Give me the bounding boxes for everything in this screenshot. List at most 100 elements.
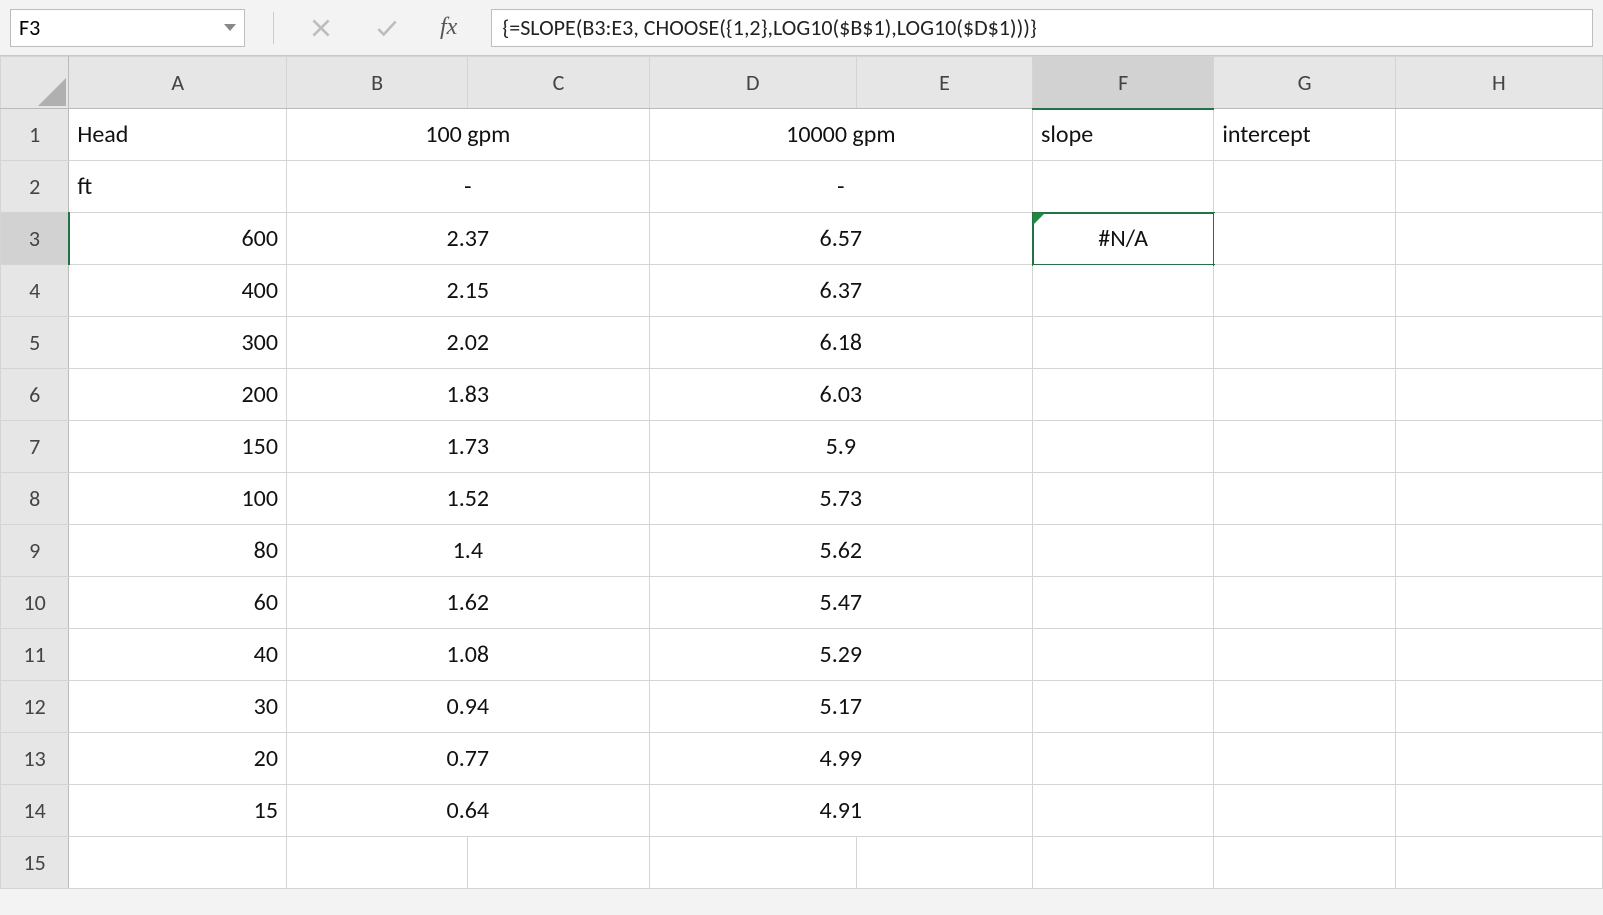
cell-D3[interactable]: 6.57 — [649, 213, 1032, 265]
row-header-3[interactable]: 3 — [1, 213, 69, 265]
cell-H5[interactable] — [1395, 317, 1602, 369]
cell-B10[interactable]: 1.62 — [286, 577, 649, 629]
column-header-D[interactable]: D — [649, 57, 856, 109]
cell-B15[interactable] — [286, 837, 467, 889]
cell-A1[interactable]: Head — [69, 109, 287, 161]
cell-F8[interactable] — [1033, 473, 1214, 525]
spreadsheet-grid[interactable]: ABCDEFGH1Head100 gpm10000 gpmslopeinterc… — [0, 56, 1603, 889]
column-header-E[interactable]: E — [856, 57, 1032, 109]
cell-D8[interactable]: 5.73 — [649, 473, 1032, 525]
cell-G6[interactable] — [1214, 369, 1395, 421]
cell-A8[interactable]: 100 — [69, 473, 287, 525]
column-header-A[interactable]: A — [69, 57, 287, 109]
row-header-11[interactable]: 11 — [1, 629, 69, 681]
cell-G9[interactable] — [1214, 525, 1395, 577]
row-header-8[interactable]: 8 — [1, 473, 69, 525]
cell-H9[interactable] — [1395, 525, 1602, 577]
cell-A7[interactable]: 150 — [69, 421, 287, 473]
column-header-B[interactable]: B — [286, 57, 467, 109]
cell-H14[interactable] — [1395, 785, 1602, 837]
cell-D6[interactable]: 6.03 — [649, 369, 1032, 421]
row-header-9[interactable]: 9 — [1, 525, 69, 577]
cell-B11[interactable]: 1.08 — [286, 629, 649, 681]
cell-B5[interactable]: 2.02 — [286, 317, 649, 369]
row-header-15[interactable]: 15 — [1, 837, 69, 889]
column-header-F[interactable]: F — [1033, 57, 1214, 109]
cell-H7[interactable] — [1395, 421, 1602, 473]
cell-B2[interactable]: - — [286, 161, 649, 213]
cell-F14[interactable] — [1033, 785, 1214, 837]
cell-D15[interactable] — [649, 837, 856, 889]
cell-H15[interactable] — [1395, 837, 1602, 889]
cell-B6[interactable]: 1.83 — [286, 369, 649, 421]
cell-D7[interactable]: 5.9 — [649, 421, 1032, 473]
cell-G7[interactable] — [1214, 421, 1395, 473]
row-header-13[interactable]: 13 — [1, 733, 69, 785]
cell-G4[interactable] — [1214, 265, 1395, 317]
cell-G8[interactable] — [1214, 473, 1395, 525]
cell-A3[interactable]: 600 — [69, 213, 287, 265]
cell-A5[interactable]: 300 — [69, 317, 287, 369]
row-header-4[interactable]: 4 — [1, 265, 69, 317]
cell-F7[interactable] — [1033, 421, 1214, 473]
cell-D14[interactable]: 4.91 — [649, 785, 1032, 837]
name-box-input[interactable] — [19, 14, 224, 41]
cell-G5[interactable] — [1214, 317, 1395, 369]
cell-F6[interactable] — [1033, 369, 1214, 421]
cell-D13[interactable]: 4.99 — [649, 733, 1032, 785]
column-header-G[interactable]: G — [1214, 57, 1395, 109]
cell-F2[interactable] — [1033, 161, 1214, 213]
cell-D12[interactable]: 5.17 — [649, 681, 1032, 733]
row-header-7[interactable]: 7 — [1, 421, 69, 473]
cell-F4[interactable] — [1033, 265, 1214, 317]
cell-F3[interactable]: #N/A! — [1033, 213, 1214, 265]
cell-F15[interactable] — [1033, 837, 1214, 889]
cell-D11[interactable]: 5.29 — [649, 629, 1032, 681]
cell-F13[interactable] — [1033, 733, 1214, 785]
cell-H8[interactable] — [1395, 473, 1602, 525]
cell-F1[interactable]: slope — [1033, 109, 1214, 161]
cell-B13[interactable]: 0.77 — [286, 733, 649, 785]
name-box[interactable] — [10, 9, 245, 47]
cell-G10[interactable] — [1214, 577, 1395, 629]
name-box-dropdown-icon[interactable] — [224, 24, 236, 31]
row-header-14[interactable]: 14 — [1, 785, 69, 837]
cell-B12[interactable]: 0.94 — [286, 681, 649, 733]
cell-B3[interactable]: 2.37 — [286, 213, 649, 265]
cell-B1[interactable]: 100 gpm — [286, 109, 649, 161]
cell-G12[interactable] — [1214, 681, 1395, 733]
cell-C15[interactable] — [468, 837, 649, 889]
row-header-1[interactable]: 1 — [1, 109, 69, 161]
row-header-5[interactable]: 5 — [1, 317, 69, 369]
cell-H3[interactable] — [1395, 213, 1602, 265]
formula-bar[interactable]: {=SLOPE(B3:E3, CHOOSE({1,2},LOG10($B$1),… — [491, 9, 1593, 47]
cell-G1[interactable]: intercept — [1214, 109, 1395, 161]
cell-E15[interactable] — [856, 837, 1032, 889]
cell-H12[interactable] — [1395, 681, 1602, 733]
cell-B8[interactable]: 1.52 — [286, 473, 649, 525]
cell-H1[interactable] — [1395, 109, 1602, 161]
cell-G15[interactable] — [1214, 837, 1395, 889]
cell-H10[interactable] — [1395, 577, 1602, 629]
row-header-10[interactable]: 10 — [1, 577, 69, 629]
cell-F12[interactable] — [1033, 681, 1214, 733]
cell-H13[interactable] — [1395, 733, 1602, 785]
column-header-C[interactable]: C — [468, 57, 649, 109]
cell-A6[interactable]: 200 — [69, 369, 287, 421]
cell-F9[interactable] — [1033, 525, 1214, 577]
cell-A15[interactable] — [69, 837, 287, 889]
cell-B7[interactable]: 1.73 — [286, 421, 649, 473]
cell-D10[interactable]: 5.47 — [649, 577, 1032, 629]
cell-A2[interactable]: ft — [69, 161, 287, 213]
cell-B9[interactable]: 1.4 — [286, 525, 649, 577]
cell-A13[interactable]: 20 — [69, 733, 287, 785]
cell-B14[interactable]: 0.64 — [286, 785, 649, 837]
cell-D1[interactable]: 10000 gpm — [649, 109, 1032, 161]
select-all-corner[interactable] — [1, 57, 69, 109]
cell-D9[interactable]: 5.62 — [649, 525, 1032, 577]
row-header-2[interactable]: 2 — [1, 161, 69, 213]
cell-H11[interactable] — [1395, 629, 1602, 681]
row-header-12[interactable]: 12 — [1, 681, 69, 733]
cell-H2[interactable] — [1395, 161, 1602, 213]
cell-F10[interactable] — [1033, 577, 1214, 629]
